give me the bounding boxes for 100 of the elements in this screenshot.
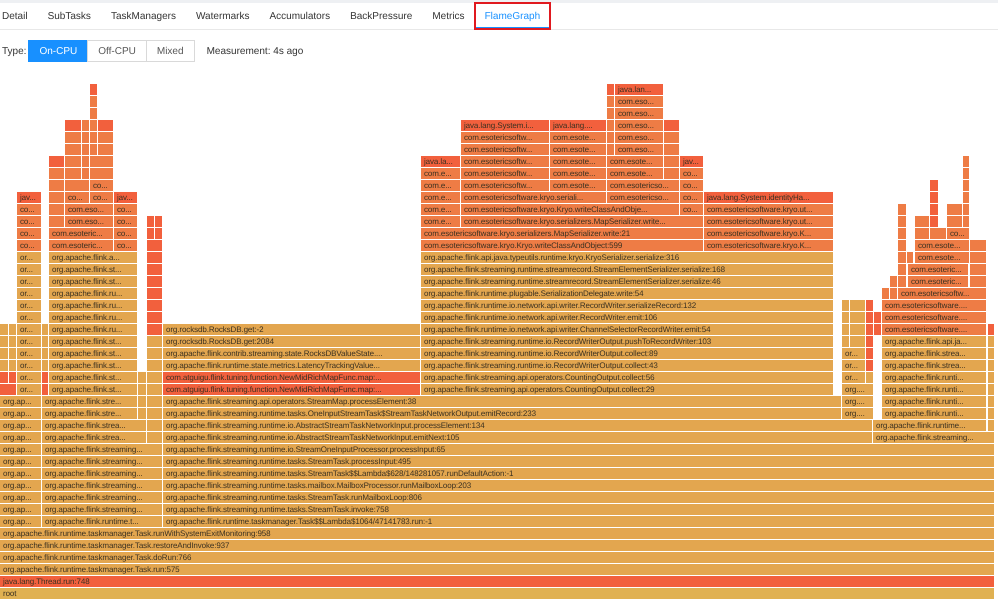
stack-frame[interactable]: org.apache.flink.ru... <box>49 324 137 335</box>
stack-frame[interactable]: com.eso... <box>615 144 663 155</box>
stack-frame[interactable]: org.apache.flink.runti... <box>882 396 986 407</box>
stack-frame[interactable]: org.apache.flink.strea... <box>882 348 986 359</box>
stack-frame[interactable] <box>898 276 906 287</box>
stack-frame[interactable] <box>49 168 64 179</box>
stack-frame[interactable]: org.apache.flink.runtime.state.metrics.LatencyTrackingValue... <box>163 360 420 371</box>
stack-frame[interactable] <box>90 156 113 167</box>
stack-frame[interactable]: com.esotericsoftware.... <box>882 300 986 311</box>
stack-frame[interactable]: com.esotericsoftware.kryo.K... <box>704 228 833 239</box>
stack-frame[interactable]: com.esotericsoftware.kryo.seriali... <box>461 192 606 203</box>
stack-frame[interactable] <box>147 216 154 227</box>
stack-frame[interactable]: com.eso... <box>65 216 113 227</box>
stack-frame[interactable] <box>850 300 865 311</box>
stack-frame[interactable]: org.apache.flink.streaming.runtime.io.StreamOneInputProcessor.processInput:65 <box>163 444 994 455</box>
stack-frame[interactable] <box>963 192 969 203</box>
stack-frame[interactable]: org.rocksdb.RocksDB.get:-2 <box>163 324 420 335</box>
stack-frame[interactable]: com.esotericsoftw... <box>461 180 549 191</box>
stack-frame[interactable]: org.ap... <box>0 444 41 455</box>
stack-frame[interactable] <box>930 204 938 215</box>
stack-frame[interactable] <box>49 192 64 203</box>
stack-frame[interactable]: org.apache.flink.runti... <box>882 372 986 383</box>
stack-frame[interactable]: com.e... <box>421 204 460 215</box>
stack-frame[interactable] <box>970 252 986 263</box>
type-option[interactable]: Off-CPU <box>87 40 147 62</box>
stack-frame[interactable]: co... <box>114 240 137 251</box>
stack-frame[interactable] <box>82 168 89 179</box>
stack-frame[interactable] <box>90 84 97 95</box>
stack-frame[interactable]: or... <box>17 276 41 287</box>
stack-frame[interactable] <box>9 348 16 359</box>
tab[interactable]: Watermarks <box>186 3 260 29</box>
stack-frame[interactable] <box>898 216 906 227</box>
stack-frame[interactable]: org.apache.flink.runtime.t... <box>42 516 162 527</box>
stack-frame[interactable] <box>866 360 873 371</box>
stack-frame[interactable]: org.ap... <box>0 432 41 443</box>
stack-frame[interactable] <box>607 144 614 155</box>
stack-frame[interactable]: or... <box>17 360 41 371</box>
stack-frame[interactable] <box>963 204 969 215</box>
stack-frame[interactable]: org.apache.flink.runtime... <box>873 420 986 431</box>
stack-frame[interactable]: org.ap... <box>0 516 41 527</box>
stack-frame[interactable]: jav... <box>680 156 703 167</box>
stack-frame[interactable] <box>65 180 89 191</box>
stack-frame[interactable]: org.apache.flink.streaming... <box>42 468 162 479</box>
stack-frame[interactable] <box>98 120 113 131</box>
stack-frame[interactable]: java.lang.... <box>550 120 606 131</box>
stack-frame[interactable] <box>147 252 162 263</box>
stack-frame[interactable] <box>0 324 8 335</box>
stack-frame[interactable]: com.esotericsoftware.kryo.serializers.MapSerializer.write:21 <box>421 228 703 239</box>
stack-frame[interactable]: org.ap... <box>0 492 41 503</box>
stack-frame[interactable] <box>842 300 849 311</box>
stack-frame[interactable] <box>147 336 162 347</box>
stack-frame[interactable]: org.apache.flink.streaming.api.operators.StreamMap.processElement:38 <box>163 396 841 407</box>
stack-frame[interactable]: org.apache.flink.stre... <box>42 408 137 419</box>
stack-frame[interactable]: org.ap... <box>0 504 41 515</box>
stack-frame[interactable]: org.apache.flink.streaming.runtime.tasks.StreamTask.runMailboxLoop:806 <box>163 492 994 503</box>
stack-frame[interactable]: org.rocksdb.RocksDB.get:2084 <box>163 336 420 347</box>
stack-frame[interactable] <box>0 384 16 395</box>
stack-frame[interactable] <box>988 396 994 407</box>
stack-frame[interactable]: root <box>0 588 994 599</box>
stack-frame[interactable]: org.ap... <box>0 468 41 479</box>
stack-frame[interactable]: org.apache.flink.streaming.runtime.tasks.OneInputStreamTask$StreamTaskNetworkOutput.emitRecord:233 <box>163 408 841 419</box>
stack-frame[interactable] <box>65 120 81 131</box>
stack-frame[interactable]: com.eso... <box>615 132 663 143</box>
stack-frame[interactable]: or... <box>842 372 865 383</box>
stack-frame[interactable]: org.apache.flink.runti... <box>882 408 986 419</box>
stack-frame[interactable]: com.esote... <box>550 132 606 143</box>
stack-frame[interactable]: or... <box>17 384 41 395</box>
stack-frame[interactable] <box>147 360 162 371</box>
stack-frame[interactable]: java.lang.Thread.run:748 <box>0 576 994 587</box>
stack-frame[interactable] <box>138 408 146 419</box>
stack-frame[interactable]: org.apache.flink.streaming... <box>42 492 162 503</box>
stack-frame[interactable] <box>866 372 873 383</box>
stack-frame[interactable]: com.esotericso... <box>607 192 679 203</box>
stack-frame[interactable] <box>147 432 162 443</box>
stack-frame[interactable]: com.esotericsoftw... <box>461 156 549 167</box>
stack-frame[interactable]: or... <box>17 288 41 299</box>
stack-frame[interactable] <box>607 108 614 119</box>
stack-frame[interactable] <box>65 144 81 155</box>
stack-frame[interactable] <box>664 132 679 143</box>
stack-frame[interactable]: com.esotericsoftware.kryo.K... <box>704 240 833 251</box>
stack-frame[interactable]: com.esotericsoftw... <box>898 288 986 299</box>
stack-frame[interactable] <box>866 312 873 323</box>
tab[interactable]: SubTasks <box>38 3 101 29</box>
stack-frame[interactable] <box>42 360 48 371</box>
stack-frame[interactable]: org.apache.flink.ru... <box>49 300 137 311</box>
stack-frame[interactable] <box>147 324 162 335</box>
stack-frame[interactable]: org.apache.flink.runtime.plugable.SerializationDelegate.write:54 <box>421 288 833 299</box>
stack-frame[interactable] <box>49 204 64 215</box>
stack-frame[interactable]: org.apache.flink.strea... <box>42 432 146 443</box>
stack-frame[interactable] <box>147 372 162 383</box>
stack-frame[interactable] <box>898 204 906 215</box>
stack-frame[interactable]: org.apache.flink.streaming.runtime.tasks.StreamTask$$Lambda$628/148281057.runDefaultAction:-1 <box>163 468 994 479</box>
stack-frame[interactable]: org.apache.flink.streaming.api.operators.CountingOutput.collect:56 <box>421 372 833 383</box>
stack-frame[interactable] <box>607 84 614 95</box>
stack-frame[interactable]: com.e... <box>421 216 460 227</box>
stack-frame[interactable] <box>890 288 897 299</box>
stack-frame[interactable] <box>963 168 969 179</box>
stack-frame[interactable] <box>147 420 162 431</box>
stack-frame[interactable]: co... <box>114 204 137 215</box>
stack-frame[interactable] <box>930 216 938 227</box>
